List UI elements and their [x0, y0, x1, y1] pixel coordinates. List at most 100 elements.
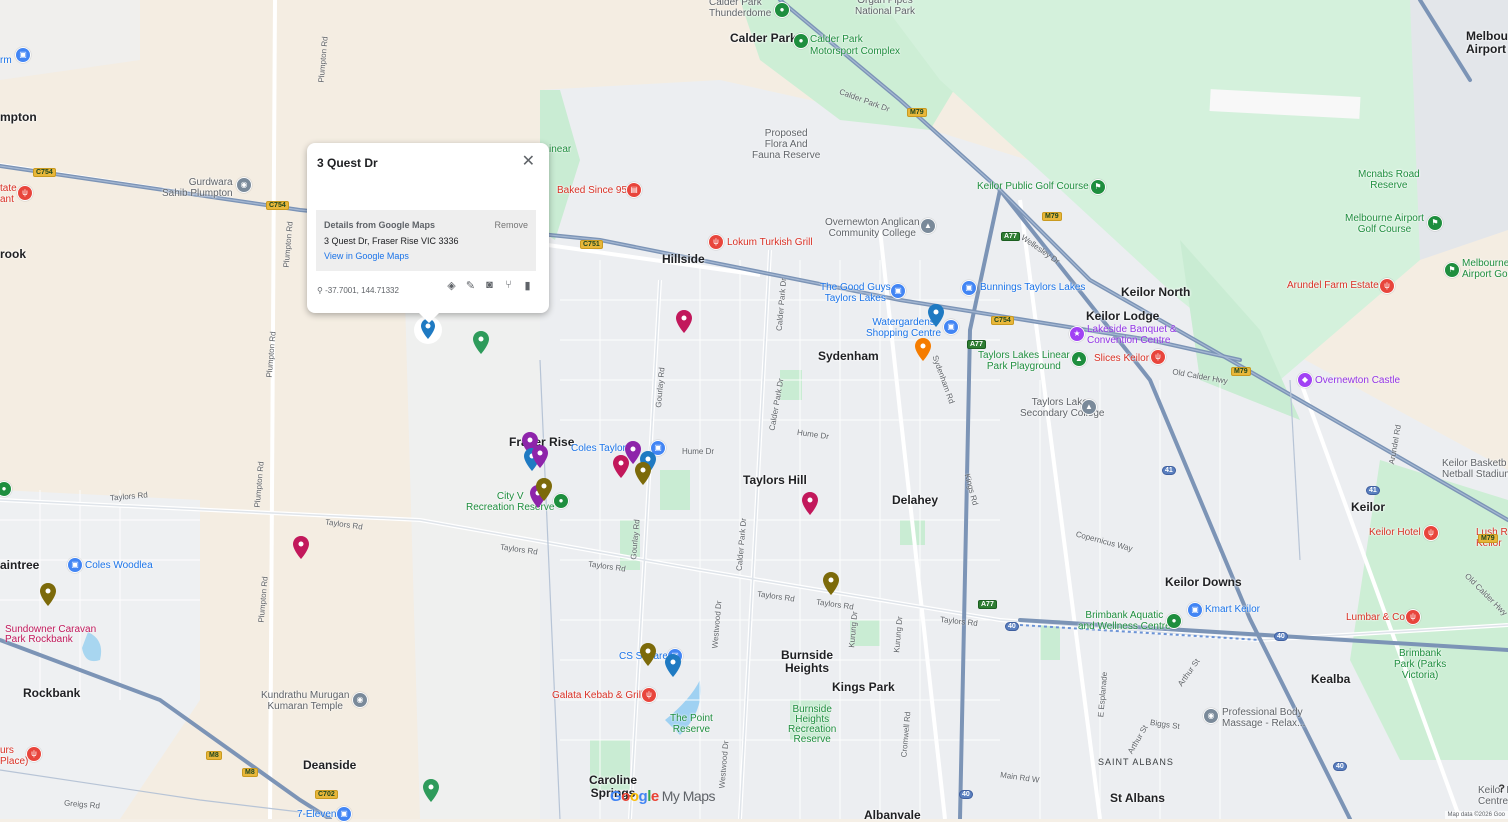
poi-burnside-rr-label: Burnside Heights Recreation Reserve	[788, 704, 837, 745]
poi-goodguys-label[interactable]: The Good Guys Taylors Lakes	[820, 282, 891, 304]
thunderdome-icon[interactable]: ●	[774, 2, 790, 18]
shopping-icon[interactable]: ▣	[15, 47, 31, 63]
shield-40-2: 40	[1274, 632, 1288, 641]
poi-thunderdome-label: Calder Park Thunderdome	[709, 0, 772, 19]
poi-bunnings-label[interactable]: Bunnings Taylors Lakes	[980, 282, 1085, 293]
shield-a77-2: A77	[967, 340, 986, 349]
poi-brimbank-park-label: Brimbank Park (Parks Victoria)	[1394, 648, 1447, 681]
shield-m8-1: M8	[206, 751, 222, 760]
poi-baked-since-95-label[interactable]: Baked Since 95	[557, 185, 627, 196]
remove-link[interactable]: Remove	[494, 220, 528, 230]
poi-tate-label[interactable]: tate ant	[0, 183, 17, 205]
shopping-icon[interactable]: ▣	[890, 283, 906, 299]
camera-icon[interactable]: ◙	[484, 279, 495, 292]
park-icon[interactable]: ●	[553, 493, 569, 509]
restaurant-icon[interactable]: ▤	[626, 182, 642, 198]
map-marker-olive[interactable]	[633, 461, 653, 487]
map-marker-blue[interactable]	[663, 653, 683, 679]
poi-coles-taylor-label[interactable]: Coles Taylor	[571, 443, 626, 454]
golf-icon[interactable]: ⚑	[1090, 179, 1106, 195]
town-saint-albans: SAINT ALBANS	[1098, 757, 1174, 767]
restaurant-icon[interactable]: ψ	[1150, 349, 1166, 365]
venue-icon[interactable]: ★	[1069, 326, 1085, 342]
pencil-icon[interactable]: ✎	[465, 279, 476, 292]
shield-40-4: 40	[1333, 762, 1347, 771]
map-marker-magenta[interactable]	[611, 454, 631, 480]
gurdwara-icon[interactable]: ◉	[236, 177, 252, 193]
restaurant-icon[interactable]: ψ	[26, 746, 42, 762]
poi-body-massage-label[interactable]: Professional Body Massage - Relax...	[1222, 707, 1305, 729]
motorsport-park-icon[interactable]: ●	[793, 33, 809, 49]
poi-overnewton-castle-label[interactable]: Overnewton Castle	[1315, 375, 1400, 386]
poi-kmart-label[interactable]: Kmart Keilor	[1205, 604, 1260, 615]
shield-c754-2: C754	[266, 201, 289, 210]
map-marker-blue[interactable]	[926, 303, 946, 329]
map-marker-olive[interactable]	[38, 582, 58, 608]
map-marker-olive[interactable]	[534, 477, 554, 503]
poi-anglican-label[interactable]: Overnewton Anglican Community College	[825, 217, 920, 239]
poi-sundowner-label[interactable]: Sundowner Caravan Park Rockbank	[5, 625, 96, 645]
poi-slices-label[interactable]: Slices Keilor	[1094, 353, 1149, 364]
poi-airport-golf-label[interactable]: Melbourne Airport Golf Course	[1345, 213, 1424, 235]
poi-linear-park-label[interactable]: Taylors Lakes Linear Park Playground	[978, 350, 1070, 372]
poi-keilor-golf-label[interactable]: Keilor Public Golf Course	[977, 181, 1089, 192]
golf-icon[interactable]: ⚑	[1427, 215, 1443, 231]
poi-basketball-label[interactable]: Keilor Basketb Netball Stadium	[1442, 458, 1508, 480]
shield-40-3: 40	[959, 790, 973, 799]
map-marker-green[interactable]	[471, 330, 491, 356]
spa-icon[interactable]: ◉	[1203, 708, 1219, 724]
school-icon[interactable]: ▲	[1081, 399, 1097, 415]
poi-gurdwara-label[interactable]: Gurdwara Sahib Plumpton	[162, 177, 233, 199]
restaurant-icon[interactable]: ψ	[1423, 525, 1439, 541]
map-marker-olive[interactable]	[821, 571, 841, 597]
poi-brimbank-aquatic-label[interactable]: Brimbank Aquatic and Wellness Centre	[1078, 610, 1171, 632]
shopping-icon[interactable]: ▣	[961, 280, 977, 296]
close-icon[interactable]: ✕	[522, 151, 535, 171]
castle-icon[interactable]: ◆	[1297, 372, 1313, 388]
poi-lokum-label[interactable]: Lokum Turkish Grill	[727, 237, 813, 248]
golf-icon[interactable]: ⚑	[1444, 262, 1460, 278]
poi-urs-place-label[interactable]: urs Place)	[0, 745, 28, 767]
shopping-cart-icon[interactable]: ▣	[67, 557, 83, 573]
restaurant-icon[interactable]: ψ	[17, 185, 33, 201]
help-button[interactable]: ?	[1498, 783, 1505, 795]
shield-c702: C702	[315, 790, 338, 799]
shopping-icon[interactable]: ▣	[1187, 602, 1203, 618]
paint-bucket-icon[interactable]: ◈	[446, 279, 457, 292]
playground-icon[interactable]: ▲	[1071, 351, 1087, 367]
town-keilor-lodge: Keilor Lodge	[1086, 309, 1160, 323]
map-marker-magenta[interactable]	[674, 309, 694, 335]
restaurant-icon[interactable]: ψ	[1405, 609, 1421, 625]
poi-lumbar-label[interactable]: Lumbar & Co	[1346, 612, 1405, 623]
town-sydenham: Sydenham	[818, 349, 879, 363]
details-panel: Details from Google Maps Remove 3 Quest …	[316, 210, 536, 271]
directions-icon[interactable]: ⑂	[503, 279, 514, 292]
map-marker-orange[interactable]	[913, 337, 933, 363]
restaurant-icon[interactable]: ψ	[708, 234, 724, 250]
map-marker-green[interactable]	[421, 778, 441, 804]
map-canvas[interactable]	[0, 0, 1508, 819]
poi-keilor-hotel-label[interactable]: Keilor Hotel	[1369, 527, 1421, 538]
poi-lakeside-label[interactable]: Lakeside Banquet & Convention Centre	[1087, 324, 1177, 346]
aquatic-centre-icon[interactable]: ●	[1166, 613, 1182, 629]
poi-arundel-label[interactable]: Arundel Farm Estate	[1287, 280, 1379, 291]
map-marker-magenta[interactable]	[291, 535, 311, 561]
view-in-google-maps-link[interactable]: View in Google Maps	[324, 251, 409, 261]
poi-coles-woodlea-label[interactable]: Coles Woodlea	[85, 560, 153, 571]
trash-icon[interactable]: ▮	[522, 279, 533, 292]
poi-kundrathu-label[interactable]: Kundrathu Murugan Kumaran Temple	[261, 690, 349, 712]
school-icon[interactable]: ▲	[920, 218, 936, 234]
map-marker-olive[interactable]	[638, 642, 658, 668]
shield-41-1: 41	[1162, 466, 1176, 475]
poi-seven-eleven-label[interactable]: 7-Eleven	[297, 809, 336, 820]
restaurant-icon[interactable]: ψ	[641, 687, 657, 703]
convenience-store-icon[interactable]: ▣	[336, 806, 352, 822]
map-attribution[interactable]: Map data ©2026 Goo	[1444, 811, 1508, 819]
temple-icon[interactable]: ◉	[352, 692, 368, 708]
poi-galata-label[interactable]: Galata Kebab & Grill	[552, 690, 643, 701]
map-marker-purple[interactable]	[530, 444, 550, 470]
town-keilor-downs: Keilor Downs	[1165, 575, 1242, 589]
poi-airport-golf2-label[interactable]: Melbourne Airport Gol	[1462, 258, 1508, 280]
restaurant-icon[interactable]: ψ	[1379, 278, 1395, 294]
map-marker-magenta[interactable]	[800, 491, 820, 517]
